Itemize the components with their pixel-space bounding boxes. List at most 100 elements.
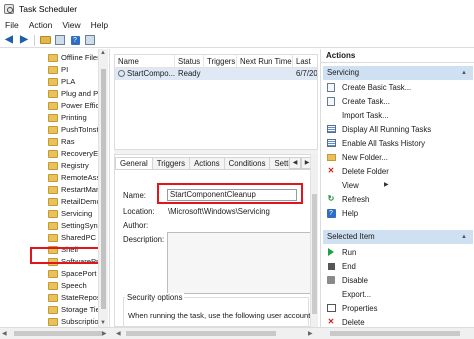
up-folder-button[interactable] — [39, 34, 51, 46]
folder-icon — [48, 197, 58, 206]
delete-icon: ✕ — [327, 317, 335, 326]
folder-icon — [48, 65, 58, 74]
column-header-status[interactable]: Status — [175, 55, 204, 68]
action-enable-history[interactable]: Enable All Tasks History — [326, 137, 425, 149]
column-header-triggers[interactable]: Triggers — [204, 55, 237, 68]
action-display-running-tasks[interactable]: Display All Running Tasks — [326, 123, 431, 135]
toolbar-separator — [34, 34, 35, 46]
actions-hscroll-thumb[interactable] — [330, 331, 460, 336]
description-label: Description: — [123, 235, 165, 244]
task-next-run — [237, 68, 293, 80]
properties-scrollbar[interactable] — [310, 154, 318, 327]
menu-help[interactable]: Help — [86, 18, 113, 32]
tree-hscroll-thumb[interactable] — [14, 331, 102, 336]
folder-icon — [48, 293, 58, 302]
task-name-cell: StartCompo... — [115, 68, 175, 80]
table-row[interactable]: StartCompo... Ready 6/7/202 — [115, 68, 317, 80]
description-field[interactable] — [167, 232, 311, 294]
scroll-left-icon[interactable]: ◀ — [116, 330, 121, 337]
action-new-folder[interactable]: New Folder... — [326, 151, 388, 163]
library-tree: Offline Files PI PLA Plug and Pl Power E… — [0, 49, 110, 327]
column-header-next-run-time[interactable]: Next Run Time — [237, 55, 293, 68]
action-run[interactable]: Run — [326, 246, 356, 258]
folder-icon — [48, 101, 58, 110]
delete-icon: ✕ — [327, 166, 335, 175]
scroll-left-icon[interactable]: ◀ — [2, 330, 7, 337]
action-label: Disable — [342, 275, 369, 285]
new-folder-icon — [326, 152, 336, 162]
action-label: Properties — [342, 303, 378, 313]
action-properties[interactable]: Properties — [326, 302, 378, 314]
folder-icon — [48, 113, 58, 122]
properties-hscroll-thumb[interactable] — [126, 331, 276, 336]
task-status: Ready — [178, 69, 201, 78]
name-label: Name: — [123, 191, 146, 200]
folder-icon — [48, 173, 58, 182]
scroll-down-icon[interactable]: ▼ — [100, 320, 106, 326]
disable-icon — [326, 275, 336, 285]
action-label: Export... — [342, 289, 372, 299]
folder-icon — [48, 233, 58, 242]
folder-icon — [48, 269, 58, 278]
action-delete-folder[interactable]: ✕ Delete Folder — [326, 165, 389, 177]
menu-action[interactable]: Action — [24, 18, 58, 32]
action-export[interactable]: Export... — [326, 288, 371, 300]
column-header-last[interactable]: Last — [293, 55, 317, 68]
scroll-right-icon[interactable]: ▶ — [308, 330, 313, 337]
show-action-pane-button[interactable] — [84, 34, 96, 46]
author-label: Author: — [123, 221, 149, 230]
run-icon — [326, 247, 336, 257]
folder-icon — [48, 185, 58, 194]
collapse-up-icon[interactable]: ▲ — [461, 230, 467, 244]
help-toolbar-button[interactable]: ? — [69, 34, 81, 46]
forward-arrow-icon[interactable]: ▶ — [18, 34, 30, 46]
tab-scroll-left-icon[interactable]: ◀ — [289, 157, 301, 169]
task-properties-pane: General Triggers Actions Conditions Sett… — [114, 154, 318, 327]
scroll-thumb[interactable] — [101, 69, 106, 309]
folder-icon — [39, 36, 51, 44]
tab-conditions[interactable]: Conditions — [223, 157, 271, 169]
blank-icon — [326, 180, 336, 190]
action-label: Import Task... — [342, 110, 389, 120]
action-create-basic-task[interactable]: Create Basic Task... — [326, 81, 411, 93]
location-value: \Microsoft\Windows\Servicing — [168, 207, 270, 216]
actions-title: Actions — [321, 49, 474, 63]
actions-section-selected-item[interactable]: Selected Item ▲ — [323, 230, 473, 244]
back-arrow-icon[interactable]: ◀ — [3, 34, 15, 46]
action-view[interactable]: View ▶ — [326, 179, 389, 191]
actions-section-servicing[interactable]: Servicing ▲ — [323, 66, 473, 80]
history-icon — [326, 138, 336, 148]
import-task-icon — [326, 110, 336, 120]
action-disable[interactable]: Disable — [326, 274, 368, 286]
help-icon: ? — [326, 208, 336, 218]
column-header-name[interactable]: Name — [115, 55, 175, 68]
show-hide-tree-button[interactable] — [54, 34, 66, 46]
task-name: StartCompo... — [127, 69, 175, 78]
tab-actions[interactable]: Actions — [189, 157, 225, 169]
properties-icon — [326, 303, 336, 313]
help-icon: ? — [70, 35, 80, 45]
section-label: Selected Item — [327, 232, 375, 241]
task-list-header: Name Status Triggers Next Run Time Last — [115, 55, 317, 68]
folder-icon — [48, 137, 58, 146]
scroll-right-icon[interactable]: ▶ — [102, 330, 107, 337]
folder-icon — [48, 161, 58, 170]
action-help[interactable]: ? Help — [326, 207, 358, 219]
title-bar: Task Scheduler — [0, 0, 474, 18]
tab-triggers[interactable]: Triggers — [151, 157, 191, 169]
action-create-task[interactable]: Create Task... — [326, 95, 390, 107]
collapse-up-icon[interactable]: ▲ — [461, 66, 467, 80]
scroll-thumb[interactable] — [312, 194, 317, 314]
action-end[interactable]: End — [326, 260, 356, 272]
action-import-task[interactable]: Import Task... — [326, 109, 389, 121]
folder-icon — [48, 77, 58, 86]
scroll-up-icon[interactable]: ▲ — [100, 50, 106, 56]
create-task-icon — [326, 96, 336, 106]
tree-scrollbar[interactable]: ▲ ▼ — [98, 49, 108, 327]
menu-view[interactable]: View — [57, 18, 85, 32]
menu-file[interactable]: File — [0, 18, 24, 32]
section-label: Servicing — [327, 68, 360, 77]
action-refresh[interactable]: ↻ Refresh — [326, 193, 370, 205]
task-list: Name Status Triggers Next Run Time Last … — [114, 54, 318, 150]
folder-icon — [48, 281, 58, 290]
